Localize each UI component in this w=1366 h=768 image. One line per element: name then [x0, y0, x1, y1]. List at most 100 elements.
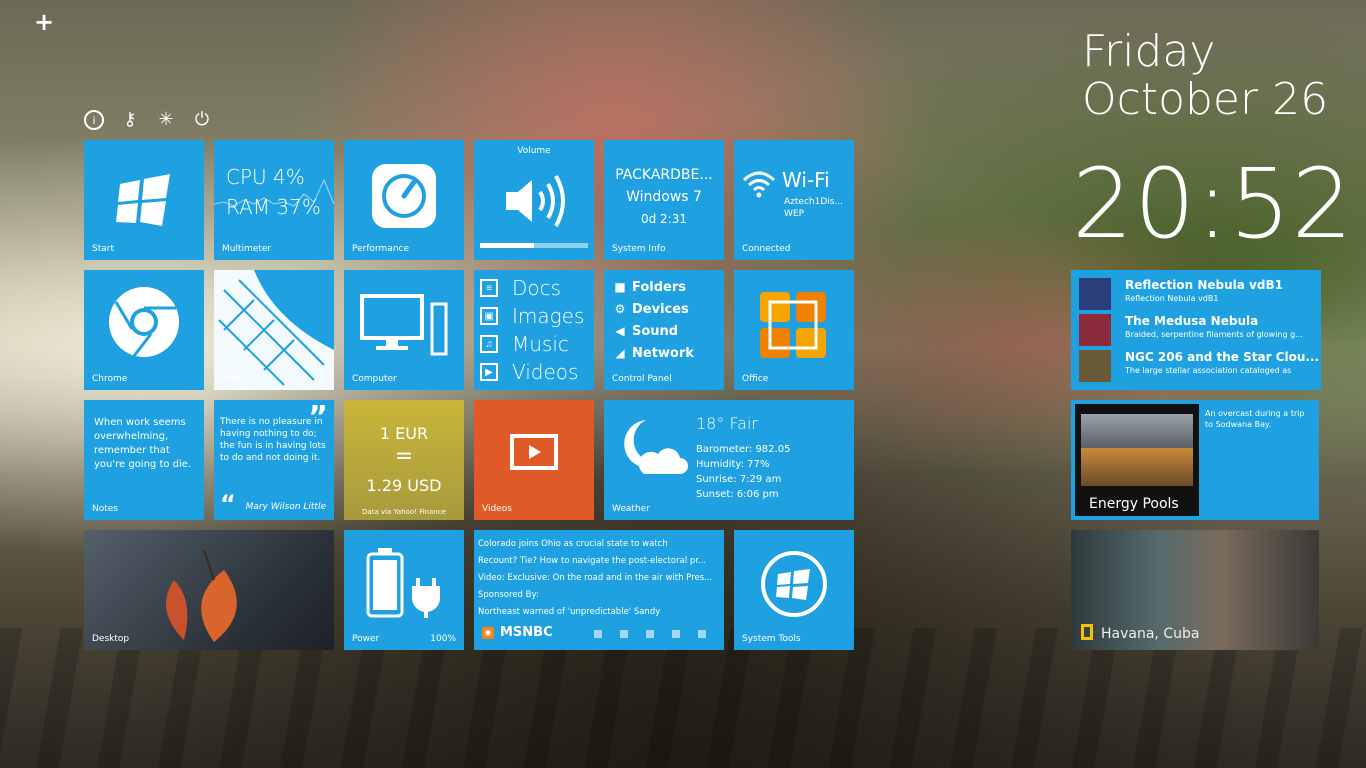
feed-subtitle: The large stellar association cataloged …: [1125, 366, 1292, 375]
cp-folders-label: Folders: [632, 279, 687, 295]
quote-tile[interactable]: ” There is no pleasure in having nothing…: [214, 400, 334, 520]
feed-item[interactable]: Reflection Nebula vdB1 Reflection Nebula…: [1077, 276, 1315, 312]
control-panel-list: ■ Folders ⚙ Devices ◀ Sound ◢ Network: [612, 276, 694, 364]
key-icon[interactable]: ⚷: [120, 110, 140, 130]
pager-dot[interactable]: [698, 630, 706, 638]
day-name: Friday: [1082, 26, 1216, 77]
video-player-icon: [510, 434, 558, 470]
weather-tile[interactable]: 18° Fair Barometer: 982.05 Humidity: 77%…: [604, 400, 854, 520]
system-tools-tile[interactable]: System Tools: [734, 530, 854, 650]
windows-circle-icon: [761, 551, 827, 617]
system-info-tile[interactable]: PACKARDBE... Windows 7 0d 2:31 System In…: [604, 140, 724, 260]
photo-caption: An overcast during a trip to Sodwana Bay…: [1205, 409, 1305, 429]
volume-tile[interactable]: Volume: [474, 140, 594, 260]
office-label: Office: [742, 374, 769, 384]
wifi-tile[interactable]: Wi-Fi Aztech1Dis... WEP Connected: [734, 140, 854, 260]
cp-sound-label: Sound: [632, 323, 679, 339]
libraries-tile[interactable]: ≡ Docs ▣ Images ♫ Music ▶ Videos: [474, 270, 594, 390]
weather-label: Weather: [612, 504, 650, 514]
multimeter-tile[interactable]: CPU 4% RAM 37% Multimeter: [214, 140, 334, 260]
cp-folders[interactable]: ■ Folders: [612, 276, 694, 298]
loading-icon[interactable]: ✳: [156, 110, 176, 130]
headline-4[interactable]: Northeast warned of 'unpredictable' Sand…: [478, 604, 716, 621]
volume-slider[interactable]: [480, 243, 588, 248]
currency-source: Data via Yahoo! Finance: [362, 508, 446, 516]
cp-network[interactable]: ◢ Network: [612, 342, 694, 364]
headline-3[interactable]: Video: Exclusive: On the road and in the…: [478, 570, 716, 587]
wifi-network: Aztech1Dis...: [784, 197, 844, 207]
news-headlines: Colorado joins Ohio as crucial state to …: [478, 536, 716, 621]
leaf-image: [166, 550, 237, 642]
currency-tile[interactable]: 1 EUR = 1.29 USD Data via Yahoo! Finance: [344, 400, 464, 520]
multimeter-label: Multimeter: [222, 244, 272, 254]
computer-label: Computer: [352, 374, 397, 384]
maps-label: Maps: [222, 374, 246, 384]
library-docs[interactable]: ≡ Docs: [480, 274, 584, 302]
quote-text: There is no pleasure in having nothing t…: [220, 417, 326, 463]
national-geographic-icon: [1081, 624, 1093, 640]
power-icon[interactable]: ⏻: [192, 110, 212, 130]
library-images-label: Images: [512, 304, 585, 328]
nebula-feed-tile[interactable]: Reflection Nebula vdB1 Reflection Nebula…: [1071, 270, 1321, 390]
performance-tile[interactable]: Performance: [344, 140, 464, 260]
notes-label: Notes: [92, 504, 118, 514]
office-tile[interactable]: Office: [734, 270, 854, 390]
power-tile[interactable]: Power 100%: [344, 530, 464, 650]
office-logo-icon: [760, 292, 826, 358]
chrome-icon: [109, 287, 179, 357]
add-tile-button[interactable]: +: [34, 8, 54, 36]
performance-label: Performance: [352, 244, 410, 254]
pager-dot[interactable]: [646, 630, 654, 638]
news-tile[interactable]: Colorado joins Ohio as crucial state to …: [474, 530, 724, 650]
feed-title: The Medusa Nebula: [1125, 314, 1259, 328]
feed-item[interactable]: NGC 206 and the Star Clou... The large s…: [1077, 348, 1319, 384]
volume-slider-fill: [480, 243, 534, 248]
computer-tile[interactable]: Computer: [344, 270, 464, 390]
start-tile[interactable]: Start: [84, 140, 204, 260]
library-images[interactable]: ▣ Images: [480, 302, 584, 330]
info-icon[interactable]: i: [84, 110, 104, 130]
date-text: October 26: [1082, 74, 1329, 125]
cpu-text: CPU 4%: [226, 165, 305, 189]
havana-tile[interactable]: Havana, Cuba: [1071, 530, 1319, 650]
folder-icon: ■: [614, 280, 626, 294]
cp-devices-label: Devices: [632, 301, 689, 317]
signal-icon: ◢: [615, 346, 625, 360]
photo-tile[interactable]: An overcast during a trip to Sodwana Bay…: [1071, 400, 1319, 520]
wifi-title: Wi-Fi: [782, 168, 830, 192]
chrome-tile[interactable]: Chrome: [84, 270, 204, 390]
feed-subtitle: Braided, serpentine filaments of glowing…: [1125, 330, 1303, 339]
library-music[interactable]: ♫ Music: [480, 330, 584, 358]
library-videos[interactable]: ▶ Videos: [480, 358, 584, 386]
feed-thumbnail: [1079, 278, 1111, 310]
wifi-security: WEP: [784, 209, 805, 219]
sponsored-text: Sponsored By:: [478, 590, 539, 600]
weather-temp: 18° Fair: [696, 414, 759, 433]
sunrise: Sunrise: 7:29 am: [696, 474, 782, 485]
host-name: PACKARDBE...: [615, 167, 713, 183]
pager-dot[interactable]: [594, 630, 602, 638]
pager-dot[interactable]: [672, 630, 680, 638]
battery-plug-icon: [366, 548, 440, 618]
system-info-label: System Info: [612, 244, 666, 254]
control-panel-tile[interactable]: ■ Folders ⚙ Devices ◀ Sound ◢ Network Contro…: [604, 270, 724, 390]
news-brand-name: MSNBC: [500, 625, 553, 640]
desktop-tile[interactable]: Desktop: [84, 530, 334, 650]
pager-dot[interactable]: [620, 630, 628, 638]
headline-2[interactable]: Recount? Tie? How to navigate the post-e…: [478, 553, 716, 570]
videos-tile[interactable]: Videos: [474, 400, 594, 520]
cp-sound[interactable]: ◀ Sound: [612, 320, 694, 342]
library-videos-label: Videos: [512, 360, 579, 384]
cpu-ram-readout: CPU 4% RAM 37%: [226, 162, 321, 222]
computer-icon: [360, 294, 448, 356]
havana-title: Havana, Cuba: [1101, 626, 1200, 642]
clock-time: 20:52: [1072, 148, 1354, 260]
notes-tile[interactable]: When work seems overwhelming, remember t…: [84, 400, 204, 520]
weather-details: Barometer: 982.05 Humidity: 77% Sunrise:…: [696, 442, 790, 502]
feed-item[interactable]: The Medusa Nebula Braided, serpentine fi…: [1077, 312, 1315, 348]
headline-1[interactable]: Colorado joins Ohio as crucial state to …: [478, 536, 716, 553]
maps-tile[interactable]: Maps: [214, 270, 334, 390]
uptime: 0d 2:31: [640, 212, 687, 226]
cp-devices[interactable]: ⚙ Devices: [612, 298, 694, 320]
library-docs-label: Docs: [512, 276, 562, 300]
